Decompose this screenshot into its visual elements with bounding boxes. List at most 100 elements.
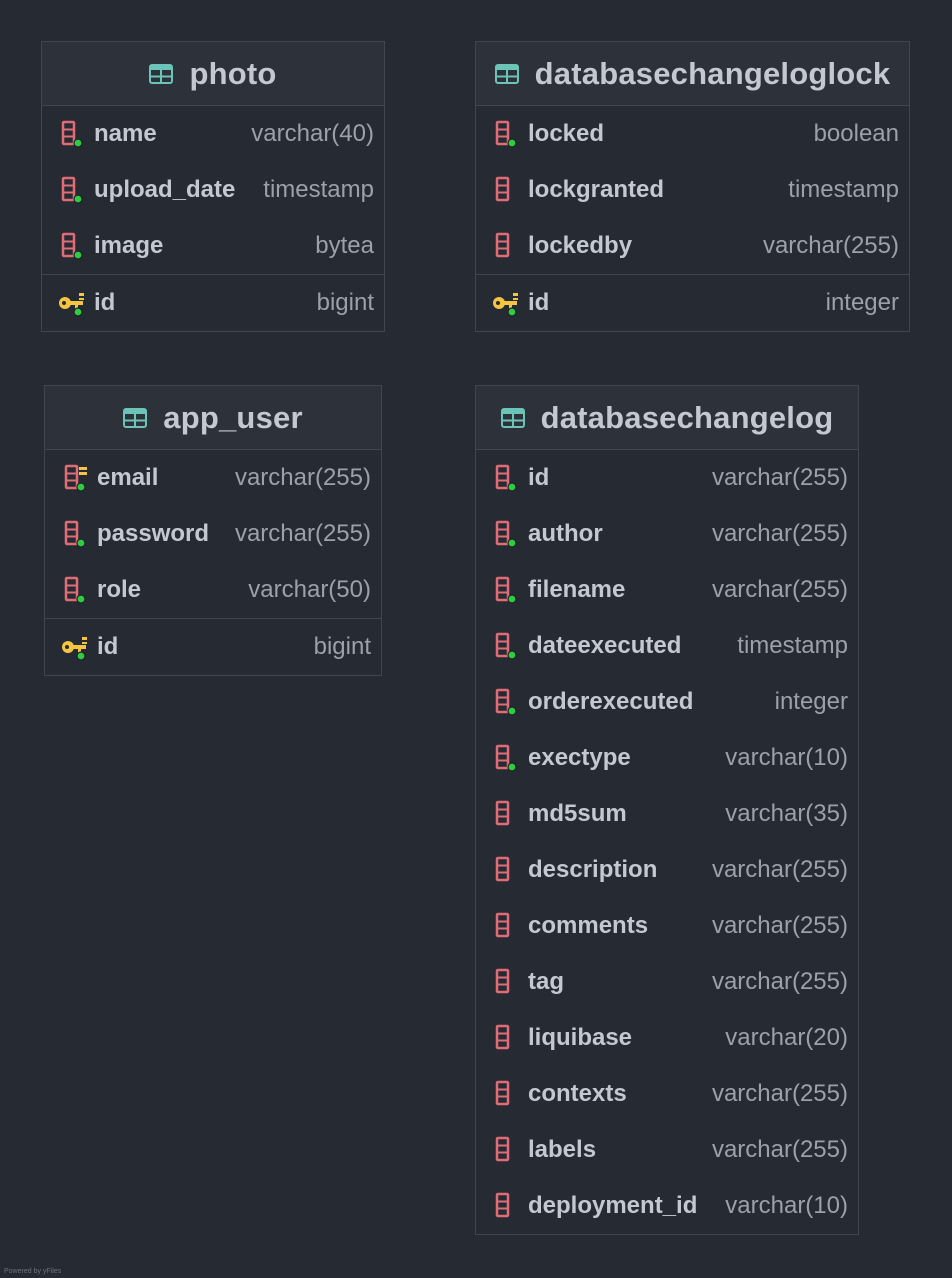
column-icon [495,744,517,772]
primary-key-icon [59,293,84,317]
column-type: bytea [315,232,374,259]
column-name: id [528,464,550,491]
column-type: varchar(50) [248,576,371,603]
column-name: image [94,232,164,259]
primary-key-row[interactable]: id bigint [45,618,381,675]
column-icon [64,520,86,548]
table-photo[interactable]: photo name varchar(40) upload_date times… [41,41,385,332]
table-icon [123,407,148,428]
table-header: app_user [45,386,381,450]
column-row[interactable]: lockgranted timestamp [476,162,909,218]
column-name: comments [528,912,649,939]
column-icon [495,520,517,548]
table-title: databasechangelog [540,399,834,435]
column-name: deployment_id [528,1192,698,1219]
column-row[interactable]: locked boolean [476,106,909,162]
column-row[interactable]: lockedby varchar(255) [476,218,909,274]
column-row[interactable]: comments varchar(255) [476,898,858,954]
column-row[interactable]: email varchar(255) [45,450,381,506]
column-icon [495,176,510,202]
column-type: varchar(255) [234,520,371,547]
column-type: integer [774,688,848,715]
column-name: lockgranted [528,176,665,203]
column-type: varchar(255) [711,576,848,603]
column-row[interactable]: id varchar(255) [476,450,858,506]
table-icon [149,63,174,84]
column-name: exectype [528,744,631,771]
column-row[interactable]: filename varchar(255) [476,562,858,618]
column-icon [495,968,510,994]
table-header: databasechangeloglock [476,42,909,106]
table-app-user[interactable]: app_user email varchar(255) password var… [44,385,382,676]
column-icon [495,232,510,258]
column-row[interactable]: dateexecuted timestamp [476,618,858,674]
column-row[interactable]: contexts varchar(255) [476,1066,858,1122]
table-databasechangeloglock[interactable]: databasechangeloglock locked boolean loc… [475,41,910,332]
column-name: orderexecuted [528,688,694,715]
column-row[interactable]: liquibase varchar(20) [476,1010,858,1066]
table-databasechangelog[interactable]: databasechangelog id varchar(255) author… [475,385,859,1235]
column-type: varchar(35) [725,800,848,827]
column-type: varchar(10) [725,1192,848,1219]
column-name: upload_date [94,176,236,203]
column-name: email [97,464,159,491]
column-name: dateexecuted [528,632,682,659]
column-row[interactable]: orderexecuted integer [476,674,858,730]
column-type: varchar(255) [762,232,899,259]
column-type: bigint [316,289,374,316]
column-icon [495,120,517,148]
column-name: author [528,520,603,547]
column-name: md5sum [528,800,627,827]
primary-key-row[interactable]: id bigint [42,274,384,331]
column-icon [61,176,83,204]
column-type: varchar(255) [711,464,848,491]
column-row[interactable]: image bytea [42,218,384,274]
table-header: photo [42,42,384,106]
table-icon [494,63,519,84]
column-row[interactable]: tag varchar(255) [476,954,858,1010]
column-row[interactable]: deployment_id varchar(10) [476,1178,858,1234]
column-row[interactable]: password varchar(255) [45,506,381,562]
column-icon [495,856,510,882]
column-row[interactable]: role varchar(50) [45,562,381,618]
column-row[interactable]: md5sum varchar(35) [476,786,858,842]
column-name: password [97,520,210,547]
column-type: varchar(10) [725,744,848,771]
column-name: contexts [528,1080,627,1107]
primary-key-row[interactable]: id integer [476,274,909,331]
column-type: varchar(20) [725,1024,848,1051]
column-name: tag [528,968,564,995]
column-icon [495,576,517,604]
column-type: bigint [313,633,371,660]
primary-key-icon [62,637,87,661]
column-type: varchar(255) [711,856,848,883]
column-type: timestamp [737,632,848,659]
column-icon [495,1136,510,1162]
column-name: labels [528,1136,597,1163]
column-icon [495,464,517,492]
column-name: id [528,289,550,316]
column-type: timestamp [788,176,899,203]
column-icon [61,232,83,260]
column-icon [495,1192,510,1218]
column-row[interactable]: description varchar(255) [476,842,858,898]
column-name: id [94,289,116,316]
column-name: name [94,120,157,147]
column-name: locked [528,120,605,147]
column-row[interactable]: exectype varchar(10) [476,730,858,786]
column-type: integer [825,289,899,316]
table-icon [500,407,525,428]
column-icon [495,688,517,716]
column-row[interactable]: author varchar(255) [476,506,858,562]
column-type: varchar(255) [711,520,848,547]
primary-key-icon [493,293,518,317]
column-icon [495,1080,510,1106]
table-title: photo [189,55,277,91]
column-icon [61,120,83,148]
table-title: databasechangeloglock [534,55,891,91]
column-row[interactable]: upload_date timestamp [42,162,384,218]
column-type: timestamp [263,176,374,203]
column-type: varchar(255) [711,1080,848,1107]
column-row[interactable]: labels varchar(255) [476,1122,858,1178]
column-row[interactable]: name varchar(40) [42,106,384,162]
